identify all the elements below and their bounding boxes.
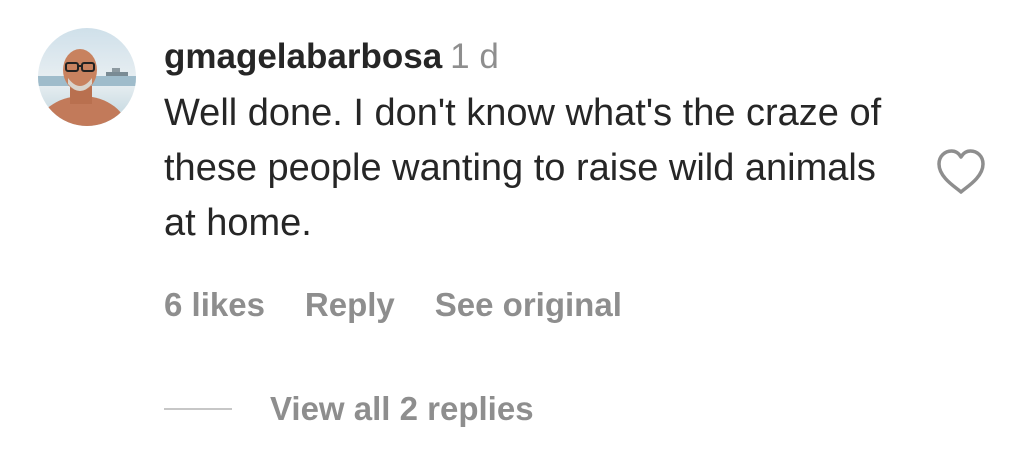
heart-outline-icon — [937, 149, 985, 194]
view-replies-label: View all 2 replies — [270, 390, 534, 427]
comment: gmagelabarbosa 1 d Well done. I don't kno… — [0, 0, 1024, 463]
view-replies-button[interactable]: View all 2 replies — [164, 386, 534, 432]
timestamp: 1 d — [450, 37, 499, 76]
username[interactable]: gmagelabarbosa — [164, 37, 442, 76]
replies-divider — [164, 408, 232, 410]
like-button[interactable] — [935, 148, 987, 196]
likes-count[interactable]: 6 likes — [164, 282, 265, 328]
comment-actions: 6 likes Reply See original — [164, 282, 622, 328]
profile-photo-icon — [38, 28, 136, 126]
avatar[interactable] — [38, 28, 136, 126]
see-original-button[interactable]: See original — [435, 282, 622, 328]
comment-text: Well done. I don't know what's the craze… — [164, 92, 882, 244]
comment-header: gmagelabarbosa 1 d — [164, 34, 499, 87]
reply-button[interactable]: Reply — [305, 282, 395, 328]
